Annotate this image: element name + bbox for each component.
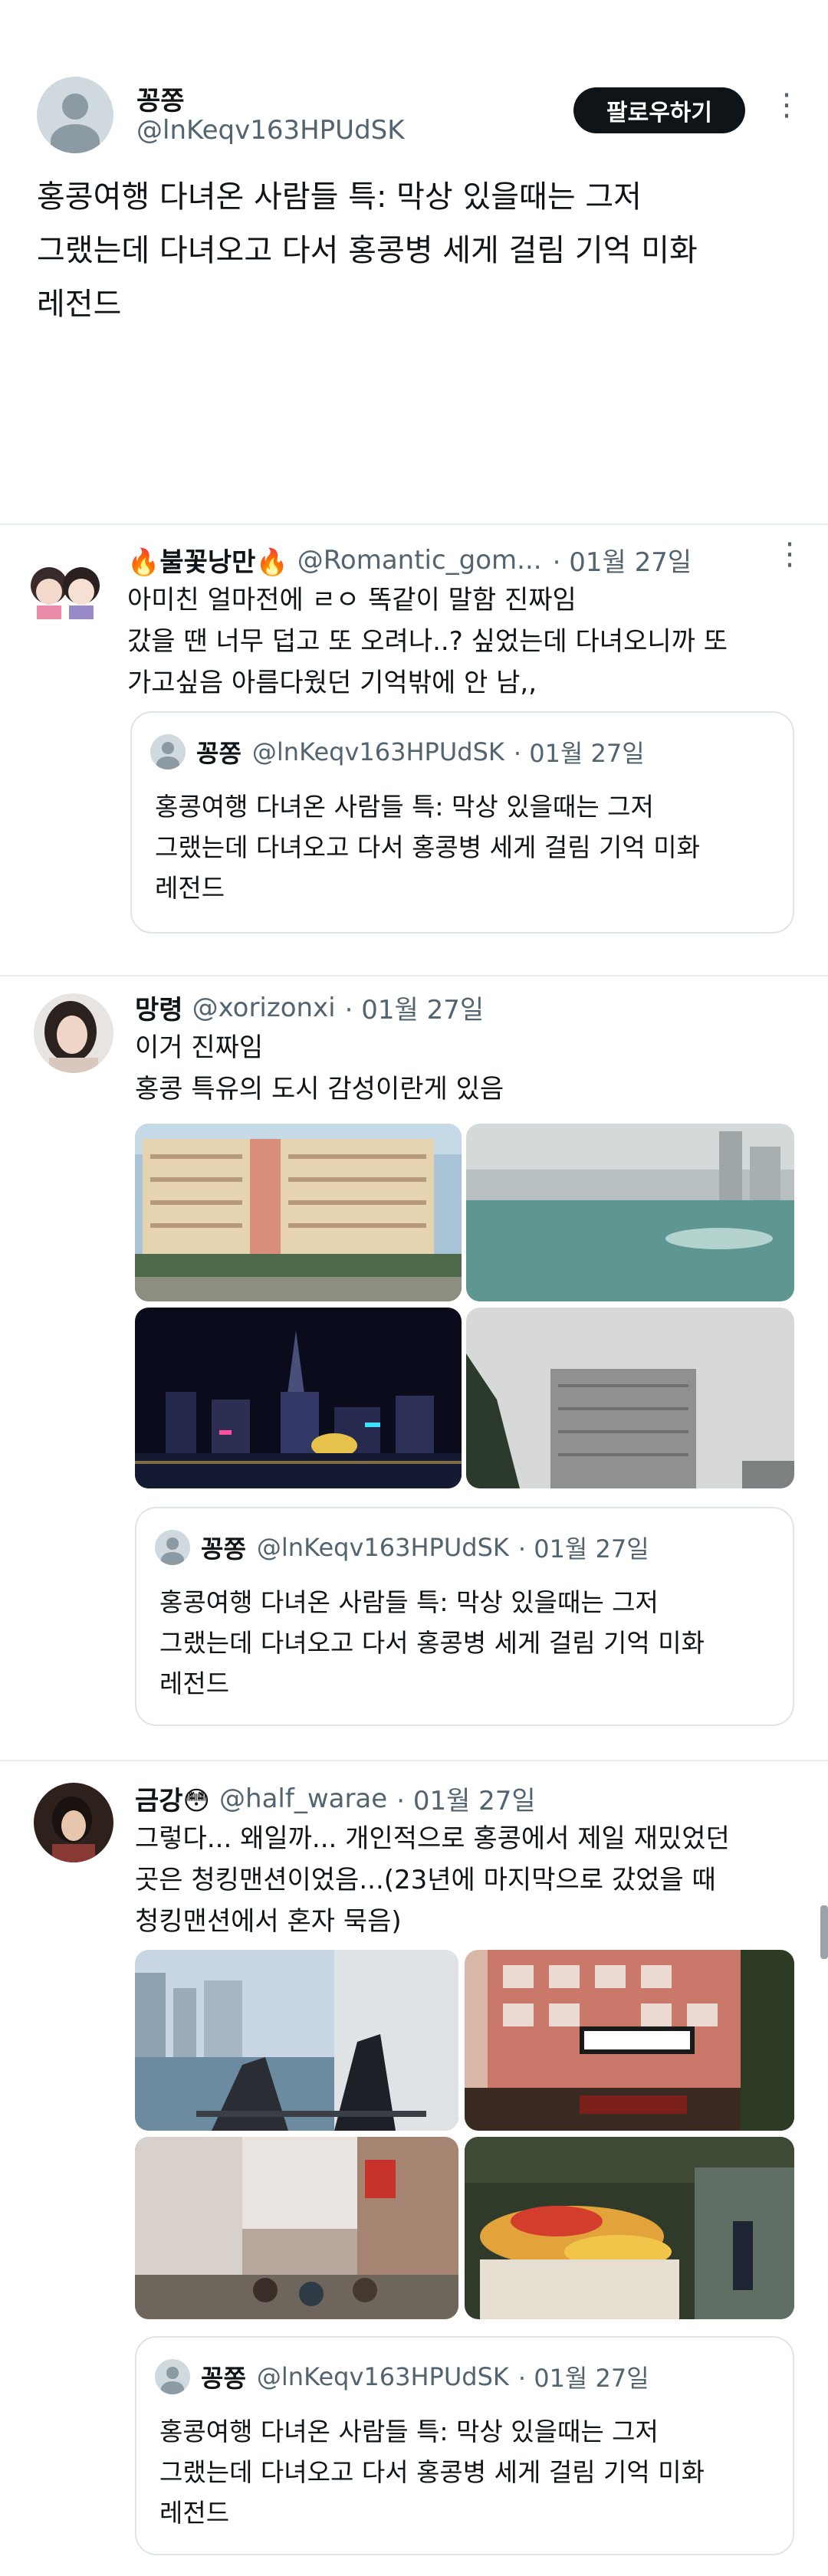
photo-harbour-silhouettes[interactable] [135, 1950, 458, 2131]
quoted-author-handle: @lnKeqv163HPUdSK [256, 2362, 509, 2391]
reply-author-handle[interactable]: @xorizonxi [192, 993, 336, 1023]
reply-author-name[interactable]: 망령 [135, 989, 183, 1026]
quoted-post-card[interactable]: 꽁쫑 @lnKeqv163HPUdSK · 01월 27일 홍콩여행 다녀온 사… [130, 711, 794, 934]
reply-date[interactable]: · 01월 27일 [553, 541, 692, 579]
quoted-date: · 01월 27일 [518, 2364, 649, 2393]
avatar[interactable] [37, 77, 113, 153]
author-name[interactable]: 꽁쫑 [136, 80, 185, 117]
more-options-icon[interactable]: ⋮ [774, 537, 805, 572]
quoted-avatar [155, 2359, 190, 2394]
quoted-author-name: 꽁쫑 [201, 2364, 246, 2393]
avatar[interactable] [34, 1783, 113, 1862]
avatar-head [62, 94, 88, 120]
reply-date[interactable]: · 01월 27일 [345, 989, 485, 1026]
quoted-post-card[interactable]: 꽁쫑 @lnKeqv163HPUdSK · 01월 27일 홍콩여행 다녀온 사… [135, 1507, 794, 1726]
photo-fruit-stall[interactable] [465, 2137, 794, 2319]
scrollbar-thumb[interactable] [820, 1905, 828, 1959]
avatar[interactable] [34, 993, 113, 1073]
quoted-author-name: 꽁쫑 [201, 1534, 246, 1564]
post-text: 홍콩여행 다녀온 사람들 특: 막상 있을때는 그저 그랬는데 다녀오고 다서 … [37, 179, 698, 322]
quoted-author-handle: @lnKeqv163HPUdSK [251, 737, 504, 766]
photo-night-skyline[interactable] [135, 1308, 462, 1488]
reply-text: 그렇다... 왜일까... 개인적으로 홍콩에서 제일 재밌었던 곳은 청킹맨션… [135, 1823, 730, 1937]
photo-harbour-view[interactable] [466, 1124, 794, 1301]
quoted-post-card[interactable]: 꽁쫑 @lnKeqv163HPUdSK · 01월 27일 홍콩여행 다녀온 사… [135, 2336, 794, 2555]
photo-tower-overcast[interactable] [466, 1308, 794, 1488]
divider [0, 523, 828, 525]
quoted-avatar [155, 1530, 190, 1565]
photo-street-market[interactable] [135, 2137, 458, 2319]
quoted-text: 홍콩여행 다녀온 사람들 특: 막상 있을때는 그저 그랬는데 다녀오고 다서 … [159, 1587, 705, 1698]
reply-author-handle[interactable]: @half_warae [219, 1784, 387, 1814]
quoted-text: 홍콩여행 다녀온 사람들 특: 막상 있을때는 그저 그랬는데 다녀오고 다서 … [159, 2417, 705, 2528]
reply-author-name[interactable]: 🔥불꽃낭만🔥 [127, 541, 288, 579]
avatar-body [51, 124, 100, 153]
reply-text: 아미친 얼마전에 ㄹㅇ 똑같이 말함 진짜임 갔을 땐 너무 덥고 또 오려나.… [127, 585, 728, 698]
divider [0, 1760, 828, 1761]
author-handle[interactable]: @lnKeqv163HPUdSK [136, 115, 405, 146]
reply-author-name[interactable]: 금강😳 [135, 1780, 210, 1817]
reply-text: 이거 진짜임 홍콩 특유의 도시 감성이란게 있음 [135, 1032, 504, 1104]
avatar[interactable] [26, 546, 106, 625]
quoted-avatar [150, 734, 186, 770]
more-options-icon[interactable]: ⋮ [771, 87, 802, 123]
photo-apartment-courtyard[interactable] [135, 1124, 462, 1301]
quoted-date: · 01월 27일 [513, 739, 645, 768]
quoted-author-name: 꽁쫑 [196, 739, 242, 768]
photo-nathan-road-street[interactable] [465, 1950, 794, 2131]
reply-date[interactable]: · 01월 27일 [396, 1780, 536, 1817]
divider [0, 975, 828, 976]
follow-button[interactable]: 팔로우하기 [573, 87, 745, 133]
reply-author-handle[interactable]: @Romantic_gom... [297, 545, 542, 576]
quoted-author-handle: @lnKeqv163HPUdSK [256, 1533, 509, 1562]
quoted-text: 홍콩여행 다녀온 사람들 특: 막상 있을때는 그저 그랬는데 다녀오고 다서 … [155, 792, 700, 903]
quoted-date: · 01월 27일 [518, 1534, 649, 1564]
